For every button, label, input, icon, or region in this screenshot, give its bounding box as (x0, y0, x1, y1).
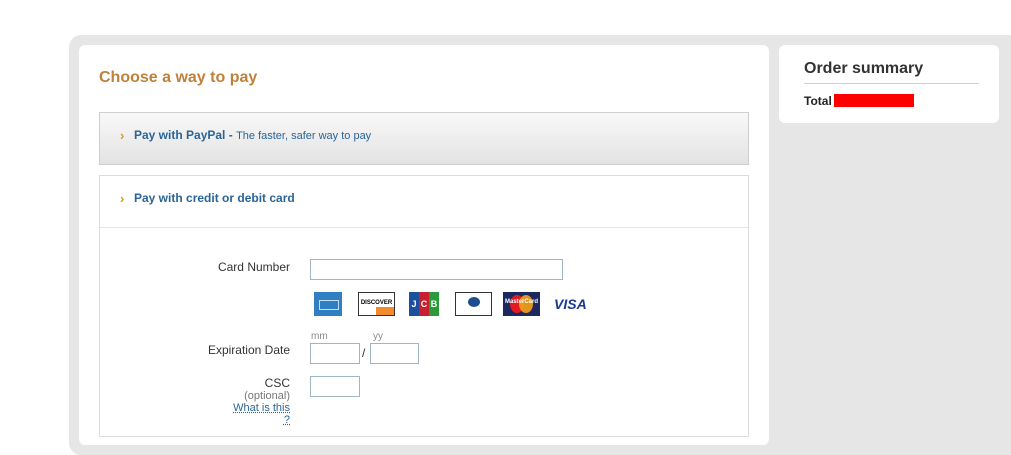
divider (804, 83, 979, 84)
date-separator: / (362, 346, 366, 360)
card-option: › Pay with credit or debit card Card Num… (99, 175, 749, 437)
jcb-letter: J (409, 292, 419, 316)
order-summary-panel: Order summary Total (779, 45, 999, 123)
discover-logo-text: DISCOVER (360, 300, 393, 306)
visa-logo-icon: VISA (554, 296, 587, 312)
mastercard-logo-icon: MasterCard (503, 292, 540, 316)
csc-label: CSC (264, 376, 290, 390)
total-label: Total (804, 94, 832, 108)
jcb-logo-icon: J C B (409, 292, 439, 316)
paypal-option-label: Pay with PayPal - (134, 128, 233, 142)
paypal-option-title: Pay with PayPal - The faster, safer way … (134, 128, 371, 142)
jcb-letter: C (419, 292, 429, 316)
paypal-tagline: The faster, safer way to pay (236, 130, 372, 142)
card-option-label: Pay with credit or debit card (134, 191, 295, 205)
jcb-letter: B (429, 292, 439, 316)
csc-optional-label: (optional) (244, 390, 290, 402)
accepted-cards: DISCOVER J C B MasterCard VISA (314, 292, 594, 318)
order-summary-title: Order summary (804, 60, 924, 77)
card-number-input[interactable] (310, 259, 563, 280)
amex-logo-icon (314, 292, 342, 316)
mastercard-logo-text: MasterCard (504, 299, 538, 305)
card-number-label: Card Number (217, 260, 290, 274)
chevron-right-icon: › (120, 191, 125, 206)
year-hint: yy (373, 331, 383, 342)
chevron-right-icon: › (120, 128, 125, 143)
page-title: Choose a way to pay (99, 69, 258, 86)
paypal-option[interactable]: › Pay with PayPal - The faster, safer wa… (99, 112, 749, 165)
expiration-year-input[interactable] (370, 343, 419, 364)
expiration-month-input[interactable] (310, 343, 360, 364)
redacted-total-value (834, 94, 914, 107)
whats-this-link[interactable]: What is this ? (226, 402, 290, 426)
expiration-date-label: Expiration Date (207, 343, 290, 357)
diners-club-logo-icon (455, 292, 492, 316)
card-option-header[interactable]: › Pay with credit or debit card (100, 176, 748, 228)
csc-input[interactable] (310, 376, 360, 397)
discover-logo-icon: DISCOVER (358, 292, 395, 316)
month-hint: mm (311, 331, 328, 342)
